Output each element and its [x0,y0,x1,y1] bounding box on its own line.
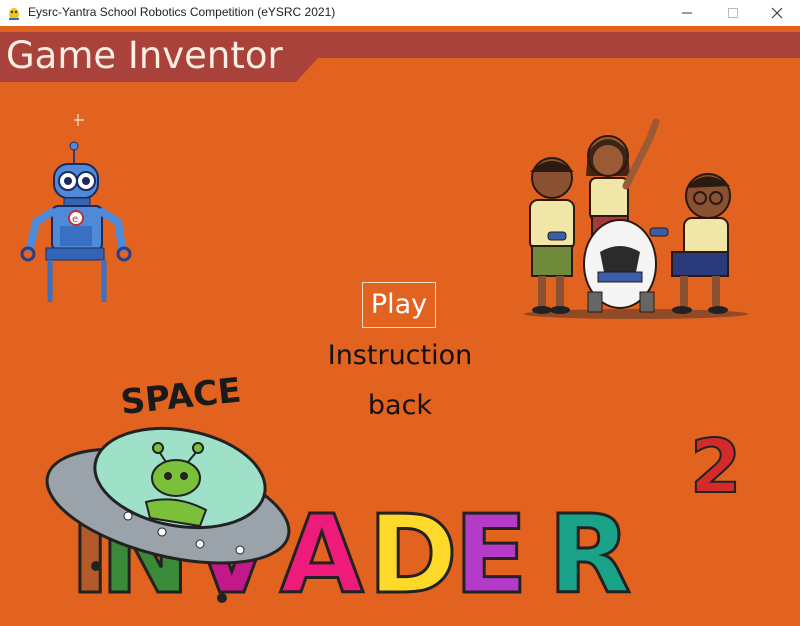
logo-word-top: SPACE [119,371,243,423]
svg-text:R: R [548,493,631,618]
logo-superscript: 2 [690,424,742,510]
instruction-button[interactable]: Instruction [310,340,490,371]
minimize-icon [682,12,692,14]
game-canvas: Game Inventor e SPACE I N V A D E R 2 Pl… [0,26,800,626]
maximize-icon [728,8,738,18]
svg-text:A: A [280,493,364,618]
play-button[interactable]: Play [362,282,436,328]
close-button[interactable] [754,0,800,26]
window-title: Eysrc-Yantra School Robotics Competition… [28,5,336,19]
svg-text:e: e [72,214,78,225]
title-bar[interactable]: Eysrc-Yantra School Robotics Competition… [0,0,800,26]
svg-text:I: I [70,493,110,618]
svg-text:V: V [190,493,274,618]
svg-text:E: E [454,493,528,618]
back-button[interactable]: back [340,390,460,421]
close-icon [771,7,783,19]
app-window: Eysrc-Yantra School Robotics Competition… [0,0,800,626]
svg-text:N: N [100,493,190,618]
game-title: Game Inventor [6,34,283,77]
maximize-button[interactable] [710,0,756,26]
minimize-button[interactable] [664,0,710,26]
app-icon [9,8,19,20]
svg-text:D: D [368,493,458,618]
